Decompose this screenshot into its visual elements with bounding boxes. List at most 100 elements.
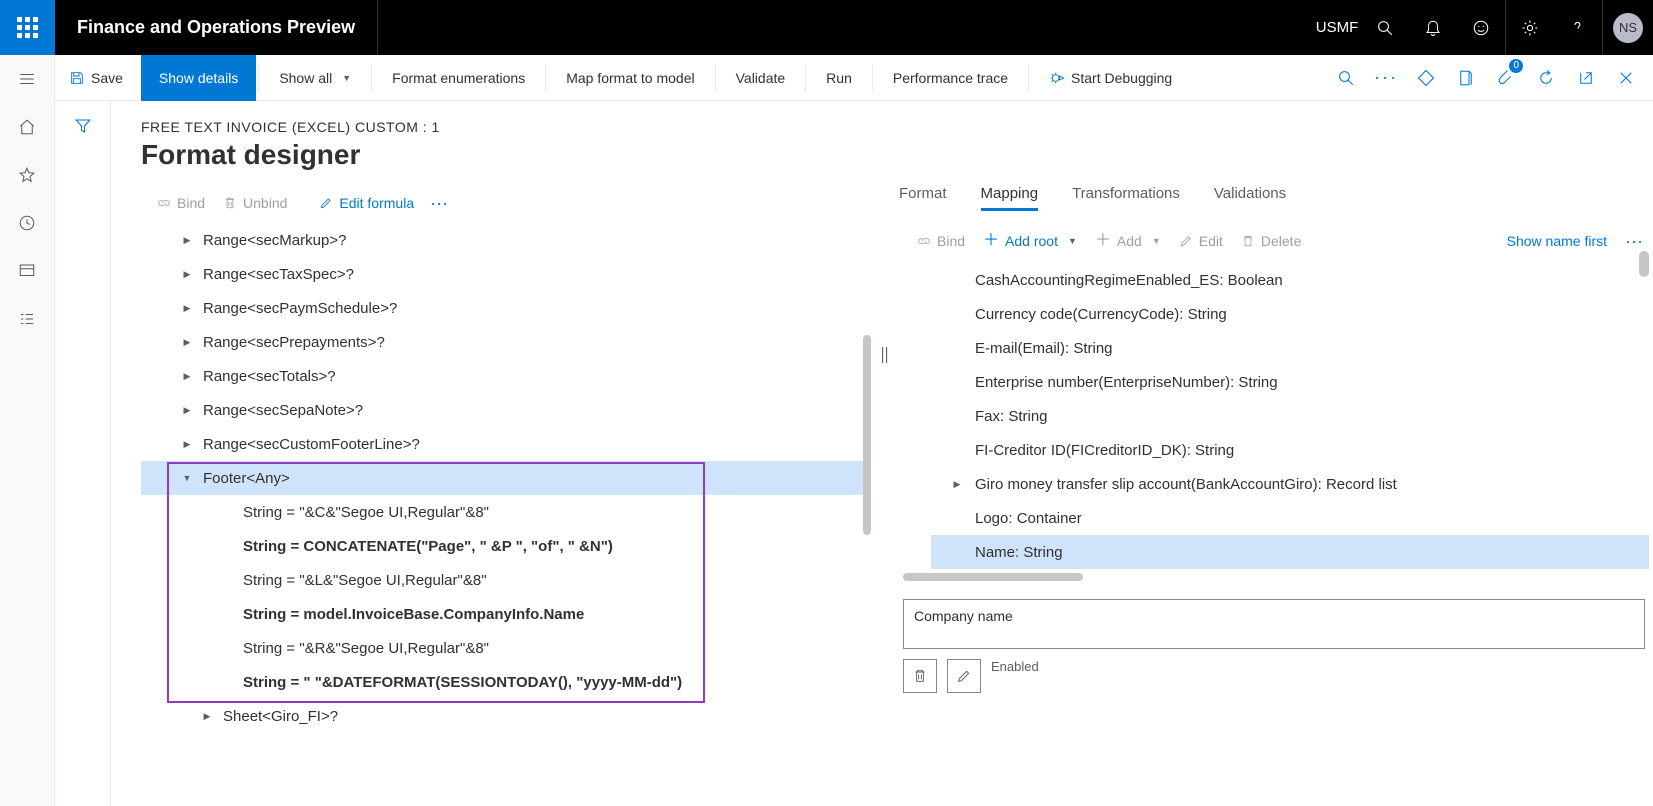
mapping-row[interactable]: FI-Creditor ID(FICreditorID_DK): String (931, 433, 1649, 467)
more-mapping-actions[interactable]: ··· (1619, 231, 1649, 252)
nav-home[interactable] (0, 103, 55, 151)
nav-workspaces[interactable] (0, 247, 55, 295)
show-all-button[interactable]: Show all ▼ (261, 55, 369, 101)
mapping-row[interactable]: E-mail(Email): String (931, 331, 1649, 365)
company-picker[interactable]: USMF (1313, 0, 1361, 55)
tree-row[interactable]: Footer<Any> (141, 461, 871, 495)
format-enumerations-button[interactable]: Format enumerations (374, 55, 543, 101)
tree-row[interactable]: Range<secSepaNote>? (141, 393, 871, 427)
tree-row[interactable]: Range<secTaxSpec>? (141, 257, 871, 291)
add-button[interactable]: ＋ Add ▼ (1089, 229, 1167, 253)
link-icon (917, 234, 931, 248)
expand-caret[interactable] (181, 405, 193, 416)
bind-button[interactable]: Bind (149, 191, 213, 215)
filter-pane-toggle[interactable] (55, 101, 111, 806)
more-format-actions[interactable]: ··· (424, 193, 454, 214)
tree-row[interactable]: Sheet<Giro_FI>? (141, 699, 871, 733)
tree-label: String = " "&DATEFORMAT(SESSIONTODAY(), … (243, 674, 682, 691)
performance-trace-button[interactable]: Performance trace (875, 55, 1026, 101)
edit-formula-button[interactable]: Edit formula (311, 191, 422, 215)
mapping-hscroll[interactable] (903, 573, 1083, 581)
mapping-row[interactable]: Currency code(CurrencyCode): String (931, 297, 1649, 331)
expand-caret[interactable] (181, 473, 193, 483)
quick-search-button[interactable] (1327, 55, 1365, 101)
more-actions-button[interactable]: ··· (1367, 55, 1405, 101)
chevron-down-icon: ▼ (1152, 236, 1161, 246)
refresh-button[interactable] (1527, 55, 1565, 101)
tree-row[interactable]: String = "&R&"Segoe UI,Regular"&8" (141, 631, 871, 665)
mapping-scrollbar[interactable] (1639, 251, 1649, 277)
help-button[interactable] (1554, 0, 1602, 55)
expand-caret[interactable] (181, 371, 193, 382)
tree-row[interactable]: String = "&L&"Segoe UI,Regular"&8" (141, 563, 871, 597)
tree-row[interactable]: Range<secMarkup>? (141, 223, 871, 257)
tree-label: Sheet<Giro_FI>? (223, 708, 338, 725)
delete-mapping-button[interactable] (903, 659, 937, 693)
tab-format[interactable]: Format (899, 185, 947, 211)
show-name-first-button[interactable]: Show name first (1501, 229, 1613, 253)
nav-favorites[interactable] (0, 151, 55, 199)
tree-row[interactable]: Range<secTotals>? (141, 359, 871, 393)
tree-row[interactable]: String = "&C&"Segoe UI,Regular"&8" (141, 495, 871, 529)
format-tree[interactable]: Range<secMarkup>?Range<secTaxSpec>?Range… (141, 223, 871, 733)
close-button[interactable] (1607, 55, 1645, 101)
tree-row[interactable]: Range<secCustomFooterLine>? (141, 427, 871, 461)
map-bind-button[interactable]: Bind (911, 229, 971, 253)
description-field[interactable]: Company name (903, 599, 1645, 649)
page-button[interactable] (1447, 55, 1485, 101)
tab-validations[interactable]: Validations (1214, 185, 1286, 211)
expand-caret[interactable] (181, 303, 193, 314)
expand-caret[interactable] (951, 479, 963, 490)
mapping-list[interactable]: CashAccountingRegimeEnabled_ES: BooleanC… (899, 263, 1649, 569)
tree-row[interactable]: Range<secPaymSchedule>? (141, 291, 871, 325)
mapping-row[interactable]: CashAccountingRegimeEnabled_ES: Boolean (931, 263, 1649, 297)
expand-caret[interactable] (201, 711, 213, 722)
expand-caret[interactable] (181, 235, 193, 246)
validate-button[interactable]: Validate (718, 55, 804, 101)
unbind-button[interactable]: Unbind (215, 191, 295, 215)
office-button[interactable] (1407, 55, 1445, 101)
settings-button[interactable] (1506, 0, 1554, 55)
tree-row[interactable]: Range<secPrepayments>? (141, 325, 871, 359)
tree-row[interactable]: String = CONCATENATE("Page", " &P ", "of… (141, 529, 871, 563)
show-details-button[interactable]: Show details (141, 55, 256, 101)
feedback-button[interactable] (1457, 0, 1505, 55)
add-root-button[interactable]: ＋ Add root ▼ (977, 229, 1083, 253)
expand-caret[interactable] (181, 439, 193, 450)
edit-mapping-button[interactable] (947, 659, 981, 693)
nav-modules[interactable] (0, 295, 55, 343)
user-avatar[interactable]: NS (1613, 13, 1643, 43)
app-launcher-button[interactable] (0, 0, 55, 55)
popout-button[interactable] (1567, 55, 1605, 101)
expand-caret[interactable] (181, 269, 193, 280)
page-title: Format designer (141, 139, 1653, 171)
mapping-row[interactable]: Giro money transfer slip account(BankAcc… (931, 467, 1649, 501)
tree-row[interactable]: String = " "&DATEFORMAT(SESSIONTODAY(), … (141, 665, 871, 699)
start-debugging-button[interactable]: Start Debugging (1031, 55, 1190, 101)
mapping-row[interactable]: Enterprise number(EnterpriseNumber): Str… (931, 365, 1649, 399)
search-button[interactable] (1361, 0, 1409, 55)
attachments-badge: 0 (1509, 59, 1523, 73)
save-button[interactable]: Save (55, 55, 141, 101)
tree-scrollbar[interactable] (863, 335, 871, 535)
notifications-button[interactable] (1409, 0, 1457, 55)
mapping-row[interactable]: Fax: String (931, 399, 1649, 433)
tree-label: String = "&C&"Segoe UI,Regular"&8" (243, 504, 489, 521)
mapping-row[interactable]: Name: String (931, 535, 1649, 569)
tree-row[interactable]: String = model.InvoiceBase.CompanyInfo.N… (141, 597, 871, 631)
nav-expand-button[interactable] (0, 55, 55, 103)
delete-button[interactable]: Delete (1235, 229, 1307, 253)
mapping-label: Logo: Container (975, 510, 1082, 527)
mapping-label: Name: String (975, 544, 1063, 561)
attachments-button[interactable]: 0 (1487, 55, 1525, 101)
trash-icon (223, 196, 237, 210)
tab-mapping[interactable]: Mapping (981, 185, 1039, 211)
expand-caret[interactable] (181, 337, 193, 348)
map-format-button[interactable]: Map format to model (548, 55, 712, 101)
splitter[interactable] (871, 185, 899, 806)
tab-transformations[interactable]: Transformations (1072, 185, 1180, 211)
edit-button[interactable]: Edit (1173, 229, 1229, 253)
run-button[interactable]: Run (808, 55, 870, 101)
mapping-row[interactable]: Logo: Container (931, 501, 1649, 535)
nav-recent[interactable] (0, 199, 55, 247)
